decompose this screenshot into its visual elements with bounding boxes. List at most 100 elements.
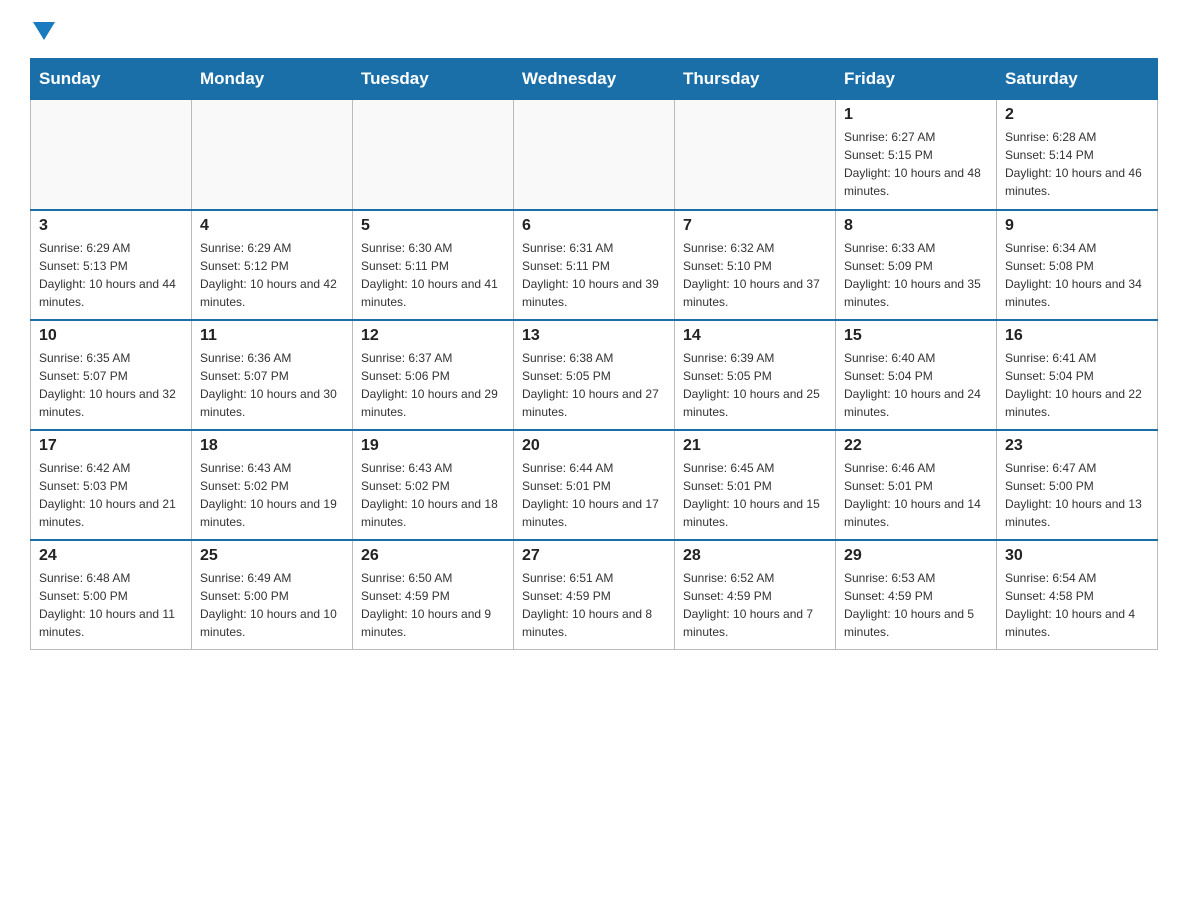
calendar-cell: 24 Sunrise: 6:48 AMSunset: 5:00 PMDayligh… <box>31 540 192 650</box>
calendar-cell: 12Sunrise: 6:37 AMSunset: 5:06 PMDayligh… <box>353 320 514 430</box>
calendar-cell: 11 Sunrise: 6:36 AMSunset: 5:07 PMDayligh… <box>192 320 353 430</box>
day-info: Sunrise: 6:43 AMSunset: 5:02 PMDaylight:… <box>361 459 505 531</box>
day-number: 8 <box>844 217 988 235</box>
logo-triangle-icon <box>33 22 55 40</box>
calendar-week-row: 17 Sunrise: 6:42 AMSunset: 5:03 PMDayligh… <box>31 430 1158 540</box>
day-number: 12 <box>361 327 505 345</box>
calendar-week-row: 1 Sunrise: 6:27 AMSunset: 5:15 PMDaylight… <box>31 100 1158 210</box>
day-info: Sunrise: 6:39 AMSunset: 5:05 PMDaylight:… <box>683 349 827 421</box>
day-info: Sunrise: 6:31 AMSunset: 5:11 PMDaylight:… <box>522 239 666 311</box>
day-number: 7 <box>683 217 827 235</box>
weekday-header-monday: Monday <box>192 59 353 100</box>
calendar-cell: 14 Sunrise: 6:39 AMSunset: 5:05 PMDayligh… <box>675 320 836 430</box>
day-info: Sunrise: 6:48 AMSunset: 5:00 PMDaylight:… <box>39 569 183 641</box>
calendar-cell: 13 Sunrise: 6:38 AMSunset: 5:05 PMDayligh… <box>514 320 675 430</box>
day-info: Sunrise: 6:35 AMSunset: 5:07 PMDaylight:… <box>39 349 183 421</box>
weekday-header-wednesday: Wednesday <box>514 59 675 100</box>
calendar-cell: 10 Sunrise: 6:35 AMSunset: 5:07 PMDayligh… <box>31 320 192 430</box>
calendar-body: 1 Sunrise: 6:27 AMSunset: 5:15 PMDaylight… <box>31 100 1158 650</box>
calendar-cell: 30Sunrise: 6:54 AMSunset: 4:58 PMDayligh… <box>997 540 1158 650</box>
day-info: Sunrise: 6:27 AMSunset: 5:15 PMDaylight:… <box>844 128 988 200</box>
day-number: 21 <box>683 437 827 455</box>
calendar-cell <box>514 100 675 210</box>
day-number: 10 <box>39 327 183 345</box>
day-number: 1 <box>844 106 988 124</box>
day-info: Sunrise: 6:29 AMSunset: 5:12 PMDaylight:… <box>200 239 344 311</box>
day-number: 22 <box>844 437 988 455</box>
day-info: Sunrise: 6:42 AMSunset: 5:03 PMDaylight:… <box>39 459 183 531</box>
calendar-cell: 23 Sunrise: 6:47 AMSunset: 5:00 PMDayligh… <box>997 430 1158 540</box>
day-number: 27 <box>522 547 666 565</box>
day-info: Sunrise: 6:44 AMSunset: 5:01 PMDaylight:… <box>522 459 666 531</box>
calendar-cell: 18 Sunrise: 6:43 AMSunset: 5:02 PMDayligh… <box>192 430 353 540</box>
calendar-cell: 15 Sunrise: 6:40 AMSunset: 5:04 PMDayligh… <box>836 320 997 430</box>
day-number: 4 <box>200 217 344 235</box>
day-number: 6 <box>522 217 666 235</box>
calendar-cell: 19 Sunrise: 6:43 AMSunset: 5:02 PMDayligh… <box>353 430 514 540</box>
day-number: 15 <box>844 327 988 345</box>
day-info: Sunrise: 6:43 AMSunset: 5:02 PMDaylight:… <box>200 459 344 531</box>
day-info: Sunrise: 6:46 AMSunset: 5:01 PMDaylight:… <box>844 459 988 531</box>
calendar-cell <box>353 100 514 210</box>
day-number: 19 <box>361 437 505 455</box>
day-number: 17 <box>39 437 183 455</box>
calendar-week-row: 10 Sunrise: 6:35 AMSunset: 5:07 PMDayligh… <box>31 320 1158 430</box>
logo <box>30 20 55 40</box>
weekday-header-row: SundayMondayTuesdayWednesdayThursdayFrid… <box>31 59 1158 100</box>
calendar-week-row: 24 Sunrise: 6:48 AMSunset: 5:00 PMDayligh… <box>31 540 1158 650</box>
day-info: Sunrise: 6:36 AMSunset: 5:07 PMDaylight:… <box>200 349 344 421</box>
calendar-table: SundayMondayTuesdayWednesdayThursdayFrid… <box>30 58 1158 650</box>
day-info: Sunrise: 6:50 AMSunset: 4:59 PMDaylight:… <box>361 569 505 641</box>
day-number: 23 <box>1005 437 1149 455</box>
weekday-header-sunday: Sunday <box>31 59 192 100</box>
day-number: 24 <box>39 547 183 565</box>
calendar-cell <box>675 100 836 210</box>
calendar-cell: 7 Sunrise: 6:32 AMSunset: 5:10 PMDaylight… <box>675 210 836 320</box>
day-info: Sunrise: 6:49 AMSunset: 5:00 PMDaylight:… <box>200 569 344 641</box>
calendar-cell: 2Sunrise: 6:28 AMSunset: 5:14 PMDaylight… <box>997 100 1158 210</box>
day-info: Sunrise: 6:54 AMSunset: 4:58 PMDaylight:… <box>1005 569 1149 641</box>
calendar-cell: 28 Sunrise: 6:52 AMSunset: 4:59 PMDayligh… <box>675 540 836 650</box>
day-info: Sunrise: 6:53 AMSunset: 4:59 PMDaylight:… <box>844 569 988 641</box>
day-info: Sunrise: 6:32 AMSunset: 5:10 PMDaylight:… <box>683 239 827 311</box>
calendar-cell: 20 Sunrise: 6:44 AMSunset: 5:01 PMDayligh… <box>514 430 675 540</box>
day-number: 3 <box>39 217 183 235</box>
calendar-cell: 5 Sunrise: 6:30 AMSunset: 5:11 PMDaylight… <box>353 210 514 320</box>
page-header <box>30 20 1158 40</box>
calendar-cell: 22 Sunrise: 6:46 AMSunset: 5:01 PMDayligh… <box>836 430 997 540</box>
day-number: 18 <box>200 437 344 455</box>
day-info: Sunrise: 6:34 AMSunset: 5:08 PMDaylight:… <box>1005 239 1149 311</box>
calendar-cell: 29 Sunrise: 6:53 AMSunset: 4:59 PMDayligh… <box>836 540 997 650</box>
day-info: Sunrise: 6:47 AMSunset: 5:00 PMDaylight:… <box>1005 459 1149 531</box>
day-info: Sunrise: 6:40 AMSunset: 5:04 PMDaylight:… <box>844 349 988 421</box>
day-info: Sunrise: 6:45 AMSunset: 5:01 PMDaylight:… <box>683 459 827 531</box>
calendar-cell: 3Sunrise: 6:29 AMSunset: 5:13 PMDaylight… <box>31 210 192 320</box>
calendar-header: SundayMondayTuesdayWednesdayThursdayFrid… <box>31 59 1158 100</box>
day-number: 26 <box>361 547 505 565</box>
day-info: Sunrise: 6:30 AMSunset: 5:11 PMDaylight:… <box>361 239 505 311</box>
calendar-cell: 6 Sunrise: 6:31 AMSunset: 5:11 PMDaylight… <box>514 210 675 320</box>
day-info: Sunrise: 6:52 AMSunset: 4:59 PMDaylight:… <box>683 569 827 641</box>
day-number: 11 <box>200 327 344 345</box>
day-info: Sunrise: 6:38 AMSunset: 5:05 PMDaylight:… <box>522 349 666 421</box>
calendar-cell: 25Sunrise: 6:49 AMSunset: 5:00 PMDayligh… <box>192 540 353 650</box>
day-number: 14 <box>683 327 827 345</box>
calendar-cell <box>192 100 353 210</box>
day-info: Sunrise: 6:33 AMSunset: 5:09 PMDaylight:… <box>844 239 988 311</box>
day-number: 28 <box>683 547 827 565</box>
weekday-header-saturday: Saturday <box>997 59 1158 100</box>
calendar-cell: 8 Sunrise: 6:33 AMSunset: 5:09 PMDaylight… <box>836 210 997 320</box>
day-info: Sunrise: 6:28 AMSunset: 5:14 PMDaylight:… <box>1005 128 1149 200</box>
day-number: 13 <box>522 327 666 345</box>
day-number: 20 <box>522 437 666 455</box>
calendar-cell: 27 Sunrise: 6:51 AMSunset: 4:59 PMDayligh… <box>514 540 675 650</box>
day-info: Sunrise: 6:51 AMSunset: 4:59 PMDaylight:… <box>522 569 666 641</box>
weekday-header-thursday: Thursday <box>675 59 836 100</box>
calendar-week-row: 3Sunrise: 6:29 AMSunset: 5:13 PMDaylight… <box>31 210 1158 320</box>
calendar-cell: 21 Sunrise: 6:45 AMSunset: 5:01 PMDayligh… <box>675 430 836 540</box>
day-number: 5 <box>361 217 505 235</box>
day-number: 9 <box>1005 217 1149 235</box>
calendar-cell: 16Sunrise: 6:41 AMSunset: 5:04 PMDayligh… <box>997 320 1158 430</box>
day-number: 29 <box>844 547 988 565</box>
calendar-cell: 4 Sunrise: 6:29 AMSunset: 5:12 PMDaylight… <box>192 210 353 320</box>
